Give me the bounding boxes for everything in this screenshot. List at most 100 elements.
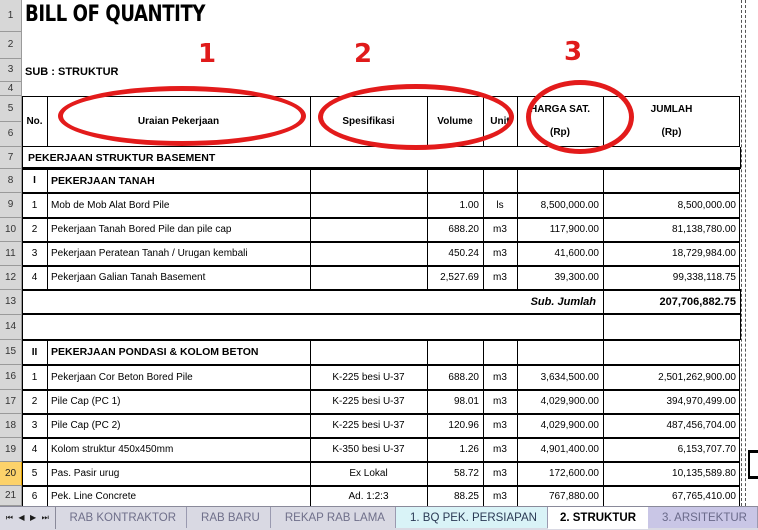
- row-header-9[interactable]: 9: [0, 193, 22, 218]
- row-header-6[interactable]: 6: [0, 122, 22, 147]
- cell-jumlah[interactable]: 2,501,262,900.00: [603, 365, 740, 390]
- row-header-7[interactable]: 7: [0, 147, 22, 169]
- cell-uraian[interactable]: Pekerjaan Tanah Bored Pile dan pile cap: [47, 218, 310, 242]
- cell-unit[interactable]: m3: [483, 266, 517, 290]
- cell-unit[interactable]: m3: [483, 365, 517, 390]
- cell-uraian[interactable]: Pekerjaan Cor Beton Bored Pile: [47, 365, 310, 390]
- cell-spec[interactable]: [310, 266, 427, 290]
- sheet-tab-rekap-rab-lama[interactable]: REKAP RAB LAMA: [270, 507, 396, 528]
- cell-no[interactable]: 1: [22, 193, 47, 218]
- cell-spec[interactable]: Ad. 1:2:3: [310, 486, 427, 506]
- cell-jumlah[interactable]: 67,765,410.00: [603, 486, 740, 506]
- row-header-2[interactable]: 2: [0, 32, 22, 59]
- cell-harga[interactable]: 172,600.00: [517, 462, 603, 486]
- cell-volume[interactable]: 88.25: [427, 486, 483, 506]
- cell-uraian[interactable]: Pekerjaan Peratean Tanah / Urugan kembal…: [47, 242, 310, 266]
- cell-spec[interactable]: Ex Lokal: [310, 462, 427, 486]
- cell-no[interactable]: 3: [22, 414, 47, 438]
- cell-jumlah[interactable]: 18,729,984.00: [603, 242, 740, 266]
- cell-unit[interactable]: m3: [483, 486, 517, 506]
- row-header-11[interactable]: 11: [0, 242, 22, 266]
- cell-spec[interactable]: [310, 242, 427, 266]
- sheet-tab-arsitektur[interactable]: 3. ARSITEKTUR: [648, 507, 758, 528]
- row-header-3[interactable]: 3: [0, 59, 22, 82]
- row-header-12[interactable]: 12: [0, 266, 22, 290]
- cell-unit[interactable]: m3: [483, 242, 517, 266]
- cell-spec[interactable]: K-225 besi U-37: [310, 365, 427, 390]
- cell-jumlah[interactable]: 6,153,707.70: [603, 438, 740, 462]
- row-header-19[interactable]: 19: [0, 438, 22, 462]
- cell-harga[interactable]: 4,029,900.00: [517, 390, 603, 414]
- cell-harga[interactable]: 39,300.00: [517, 266, 603, 290]
- cell-harga[interactable]: 4,901,400.00: [517, 438, 603, 462]
- cell-harga[interactable]: 767,880.00: [517, 486, 603, 506]
- cell-spec[interactable]: K-225 besi U-37: [310, 390, 427, 414]
- cell-harga[interactable]: 41,600.00: [517, 242, 603, 266]
- cell-uraian[interactable]: Pile Cap (PC 1): [47, 390, 310, 414]
- cell-jumlah[interactable]: 394,970,499.00: [603, 390, 740, 414]
- cell-harga[interactable]: 4,029,900.00: [517, 414, 603, 438]
- cell-jumlah[interactable]: 487,456,704.00: [603, 414, 740, 438]
- cell-harga[interactable]: 117,900.00: [517, 218, 603, 242]
- cell-jumlah[interactable]: 8,500,000.00: [603, 193, 740, 218]
- cell-volume[interactable]: 98.01: [427, 390, 483, 414]
- sheet-tab-rab-kontraktor[interactable]: RAB KONTRAKTOR: [55, 507, 188, 528]
- next-sheet-icon[interactable]: ▶: [30, 514, 36, 522]
- row-header-21[interactable]: 21: [0, 486, 22, 506]
- row-header-1[interactable]: 1: [0, 0, 22, 32]
- cell-jumlah[interactable]: 10,135,589.80: [603, 462, 740, 486]
- cell-volume[interactable]: 2,527.69: [427, 266, 483, 290]
- cell-unit[interactable]: ls: [483, 193, 517, 218]
- sheet-tab-rab-baru[interactable]: RAB BARU: [187, 507, 271, 528]
- cell-unit[interactable]: m3: [483, 390, 517, 414]
- row-header-4[interactable]: 4: [0, 82, 22, 96]
- cell-volume[interactable]: 1.00: [427, 193, 483, 218]
- cell-spec[interactable]: K-350 besi U-37: [310, 438, 427, 462]
- sheet-tab-struktur[interactable]: 2. STRUKTUR: [547, 507, 648, 529]
- sheet-tab-bar[interactable]: ⏮ ◀ ▶ ⏭ RAB KONTRAKTOR RAB BARU REKAP RA…: [0, 506, 758, 530]
- cell-unit[interactable]: m3: [483, 414, 517, 438]
- cell-spec[interactable]: K-225 besi U-37: [310, 414, 427, 438]
- row-header-20[interactable]: 20: [0, 462, 22, 486]
- cell-volume[interactable]: 688.20: [427, 218, 483, 242]
- cell-no[interactable]: 3: [22, 242, 47, 266]
- row-header-10[interactable]: 10: [0, 218, 22, 242]
- cell-no[interactable]: 5: [22, 462, 47, 486]
- cell-no[interactable]: 6: [22, 486, 47, 506]
- row-header-13[interactable]: 13: [0, 290, 22, 315]
- cell-harga[interactable]: 8,500,000.00: [517, 193, 603, 218]
- cell-volume[interactable]: 688.20: [427, 365, 483, 390]
- worksheet-grid[interactable]: 1 2 3 4 5 6 7 8 9 10 11 12 13 14 15 16 1…: [0, 0, 758, 506]
- last-sheet-icon[interactable]: ⏭: [42, 514, 49, 522]
- cell-uraian[interactable]: Pek. Line Concrete: [47, 486, 310, 506]
- cell-jumlah[interactable]: 81,138,780.00: [603, 218, 740, 242]
- row-header-5[interactable]: 5: [0, 96, 22, 122]
- sheet-nav-buttons[interactable]: ⏮ ◀ ▶ ⏭: [0, 507, 56, 529]
- row-header-16[interactable]: 16: [0, 365, 22, 390]
- cell-uraian[interactable]: Pekerjaan Galian Tanah Basement: [47, 266, 310, 290]
- cell-uraian[interactable]: Pile Cap (PC 2): [47, 414, 310, 438]
- row-header-14[interactable]: 14: [0, 315, 22, 340]
- cell-volume[interactable]: 120.96: [427, 414, 483, 438]
- cell-harga[interactable]: 3,634,500.00: [517, 365, 603, 390]
- cell-uraian[interactable]: Mob de Mob Alat Bord Pile: [47, 193, 310, 218]
- prev-sheet-icon[interactable]: ◀: [18, 514, 24, 522]
- cell-no[interactable]: 1: [22, 365, 47, 390]
- sheet-tab-bq-pek-persiapan[interactable]: 1. BQ PEK. PERSIAPAN: [395, 507, 548, 528]
- cell-uraian[interactable]: Kolom struktur 450x450mm: [47, 438, 310, 462]
- row-header-17[interactable]: 17: [0, 390, 22, 414]
- cell-volume[interactable]: 450.24: [427, 242, 483, 266]
- cell-spec[interactable]: [310, 193, 427, 218]
- cell-no[interactable]: 2: [22, 218, 47, 242]
- cell-no[interactable]: 2: [22, 390, 47, 414]
- cell-volume[interactable]: 58.72: [427, 462, 483, 486]
- cell-spec[interactable]: [310, 218, 427, 242]
- row-header-18[interactable]: 18: [0, 414, 22, 438]
- row-header-8[interactable]: 8: [0, 169, 22, 193]
- cell-unit[interactable]: m3: [483, 462, 517, 486]
- row-header-15[interactable]: 15: [0, 340, 22, 365]
- cell-jumlah[interactable]: 99,338,118.75: [603, 266, 740, 290]
- cell-no[interactable]: 4: [22, 438, 47, 462]
- cell-volume[interactable]: 1.26: [427, 438, 483, 462]
- cell-no[interactable]: 4: [22, 266, 47, 290]
